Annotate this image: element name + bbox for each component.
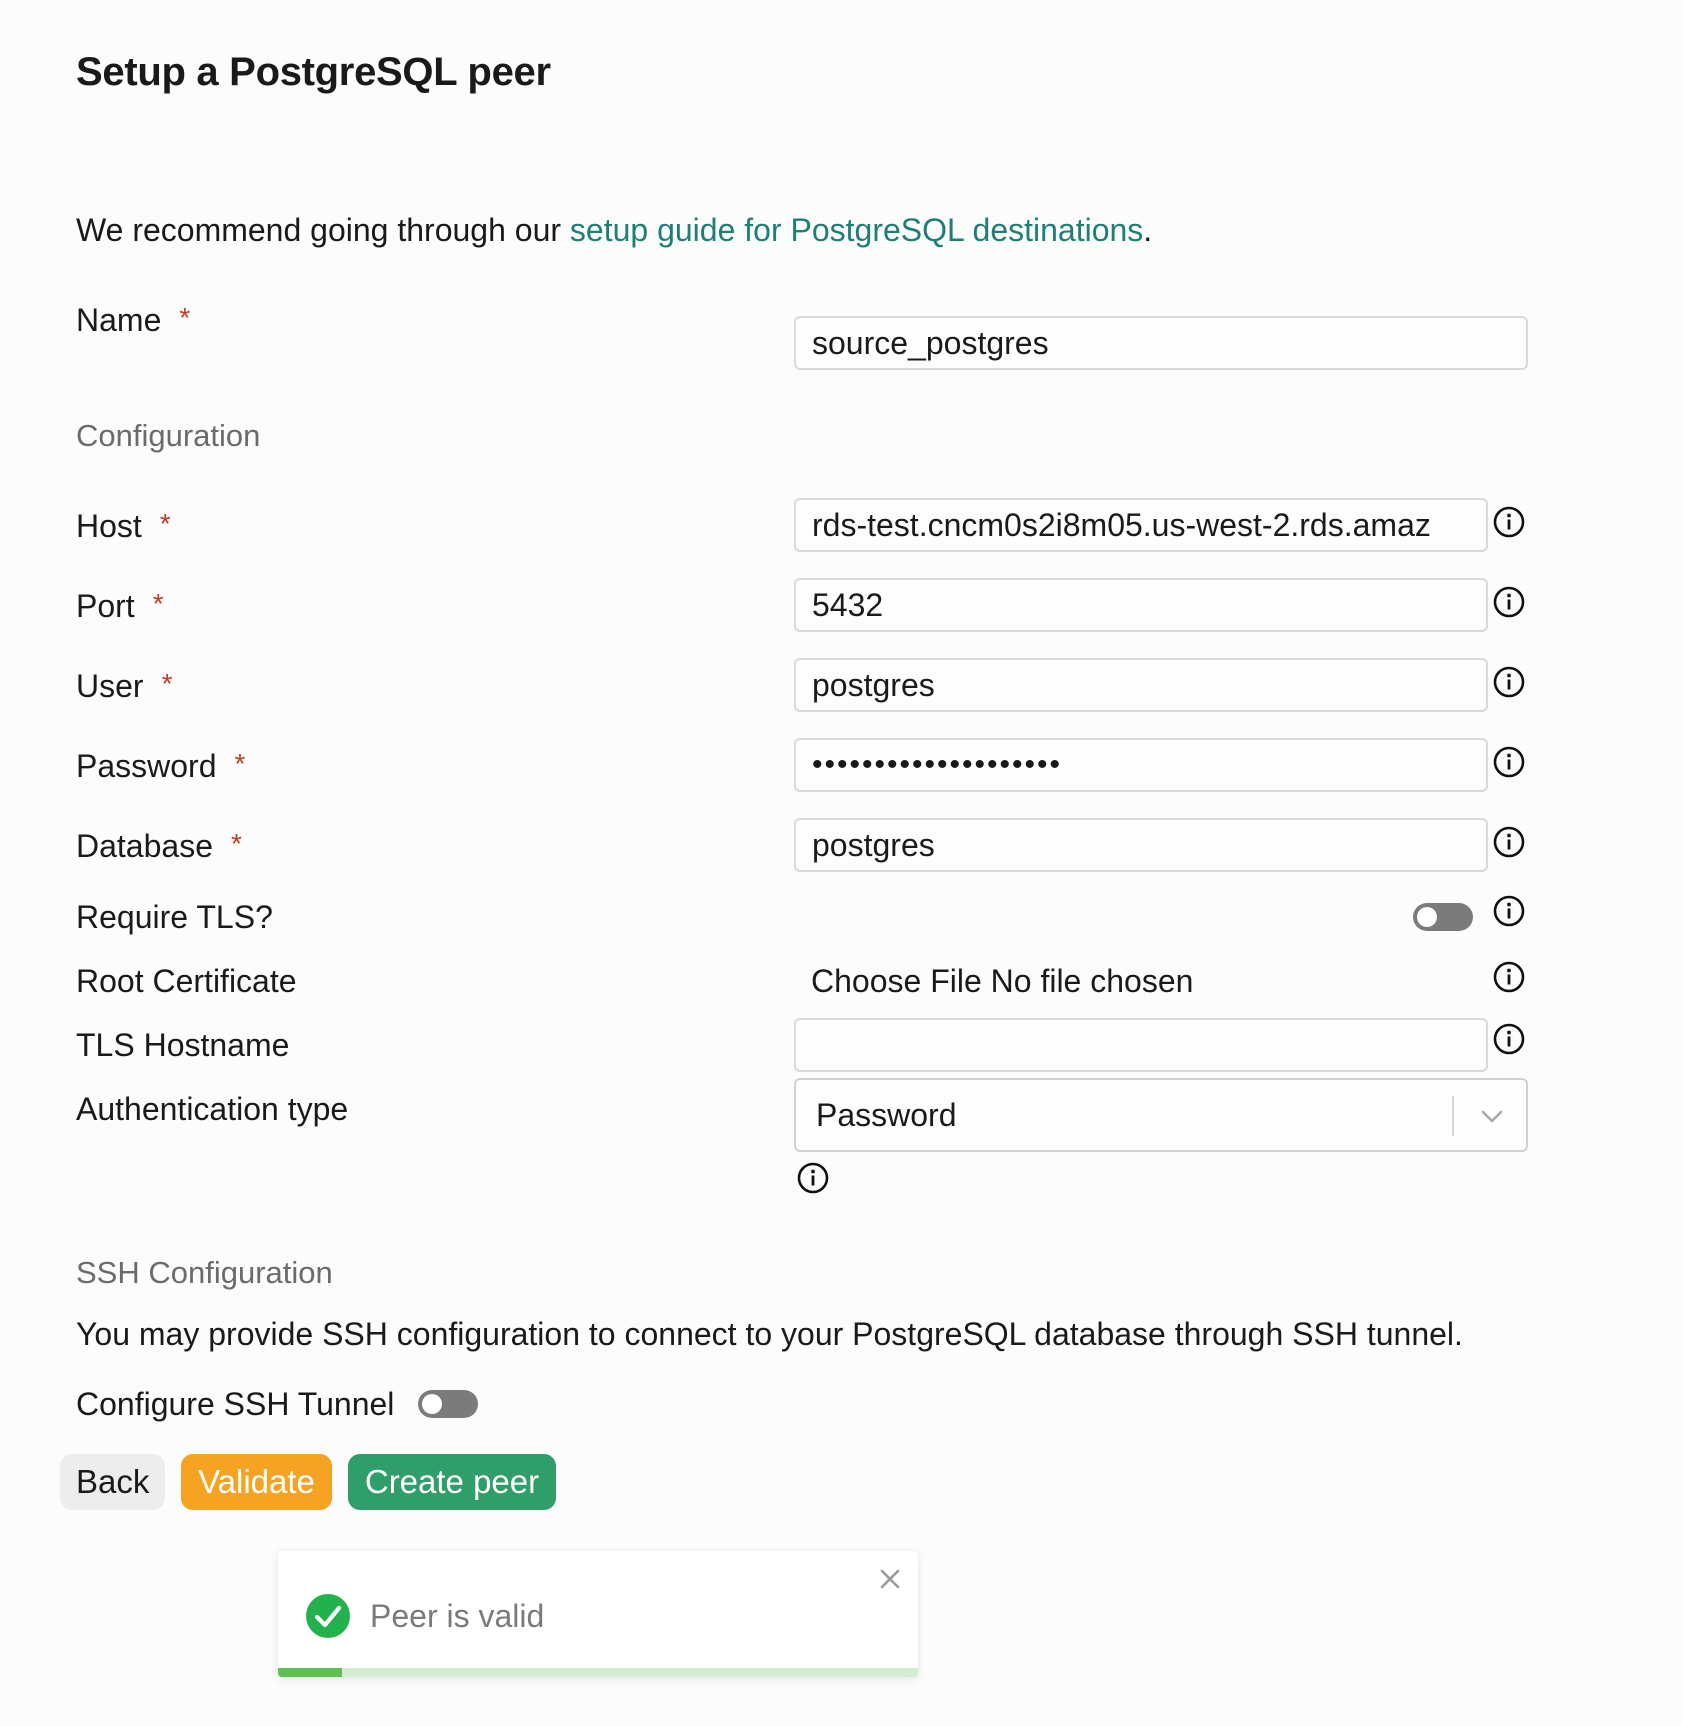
name-row: Name * source_postgres	[0, 292, 1682, 370]
user-row: User * postgres	[0, 658, 1682, 714]
ssh-tunnel-label: Configure SSH Tunnel	[76, 1386, 395, 1422]
chevron-down-icon	[1481, 1110, 1503, 1123]
toast-message: Peer is valid	[370, 1598, 545, 1634]
required-mark: *	[152, 588, 164, 619]
info-icon[interactable]	[1493, 826, 1525, 858]
require-tls-label: Require TLS?	[76, 899, 273, 935]
host-row: Host * rds-test.cncm0s2i8m05.us-west-2.rd…	[0, 498, 1682, 554]
info-icon[interactable]	[1493, 746, 1525, 778]
require-tls-toggle[interactable]	[1413, 903, 1473, 931]
required-mark: *	[234, 748, 246, 779]
info-icon[interactable]	[797, 1162, 829, 1194]
info-icon[interactable]	[1493, 586, 1525, 618]
validate-button[interactable]: Validate	[181, 1454, 332, 1510]
user-input[interactable]: postgres	[794, 658, 1488, 712]
required-mark: *	[230, 828, 242, 859]
require-tls-row: Require TLS?	[0, 889, 1682, 945]
root-certificate-file-input[interactable]: Choose File No file chosen	[811, 953, 1193, 1009]
ssh-description: You may provide SSH configuration to con…	[76, 1316, 1463, 1352]
database-input[interactable]: postgres	[794, 818, 1488, 872]
password-row: Password * ••••••••••••••••••••	[0, 738, 1682, 794]
database-row: Database * postgres	[0, 818, 1682, 874]
check-circle-icon	[306, 1594, 350, 1638]
host-input[interactable]: rds-test.cncm0s2i8m05.us-west-2.rds.amaz	[794, 498, 1488, 552]
port-input[interactable]: 5432	[794, 578, 1488, 632]
port-label: Port *	[76, 588, 164, 624]
success-toast: Peer is valid	[278, 1551, 918, 1677]
tls-hostname-input[interactable]	[794, 1018, 1488, 1072]
tls-hostname-row: TLS Hostname	[0, 1017, 1682, 1073]
select-separator	[1452, 1096, 1454, 1136]
auth-type-label: Authentication type	[76, 1091, 349, 1127]
create-peer-button[interactable]: Create peer	[348, 1454, 556, 1510]
database-label: Database *	[76, 828, 242, 864]
back-button[interactable]: Back	[60, 1454, 165, 1510]
user-label: User *	[76, 668, 173, 704]
name-label: Name *	[76, 302, 191, 338]
port-row: Port * 5432	[0, 578, 1682, 634]
intro-text: We recommend going through our setup gui…	[76, 208, 1152, 252]
toggle-knob	[422, 1394, 442, 1414]
configuration-heading: Configuration	[76, 418, 261, 453]
root-certificate-row: Root Certificate Choose File No file cho…	[0, 953, 1682, 1009]
toast-progress-track	[278, 1668, 918, 1677]
password-input[interactable]: ••••••••••••••••••••	[794, 738, 1488, 792]
setup-guide-link[interactable]: setup guide for PostgreSQL destinations	[570, 212, 1143, 248]
info-icon[interactable]	[1493, 961, 1525, 993]
info-icon[interactable]	[1493, 895, 1525, 927]
required-mark: *	[161, 668, 173, 699]
required-mark: *	[179, 302, 191, 333]
auth-type-select[interactable]: Password	[794, 1078, 1528, 1152]
ssh-tunnel-toggle[interactable]	[418, 1390, 478, 1418]
intro-prefix: We recommend going through our	[76, 212, 570, 248]
name-input[interactable]: source_postgres	[794, 316, 1528, 370]
required-mark: *	[159, 508, 171, 539]
password-label: Password *	[76, 748, 246, 784]
ssh-tunnel-row: Configure SSH Tunnel	[0, 1376, 1682, 1432]
auth-type-selected-value: Password	[816, 1097, 957, 1133]
toast-progress-bar	[278, 1668, 342, 1677]
info-icon[interactable]	[1493, 666, 1525, 698]
close-icon[interactable]	[876, 1565, 904, 1593]
host-label: Host *	[76, 508, 171, 544]
page-title: Setup a PostgreSQL peer	[76, 50, 551, 94]
intro-suffix: .	[1143, 212, 1153, 248]
ssh-configuration-heading: SSH Configuration	[76, 1255, 333, 1290]
info-icon[interactable]	[1493, 1023, 1525, 1055]
info-icon[interactable]	[1493, 506, 1525, 538]
root-certificate-label: Root Certificate	[76, 963, 297, 999]
tls-hostname-label: TLS Hostname	[76, 1027, 290, 1063]
toggle-knob	[1417, 907, 1437, 927]
